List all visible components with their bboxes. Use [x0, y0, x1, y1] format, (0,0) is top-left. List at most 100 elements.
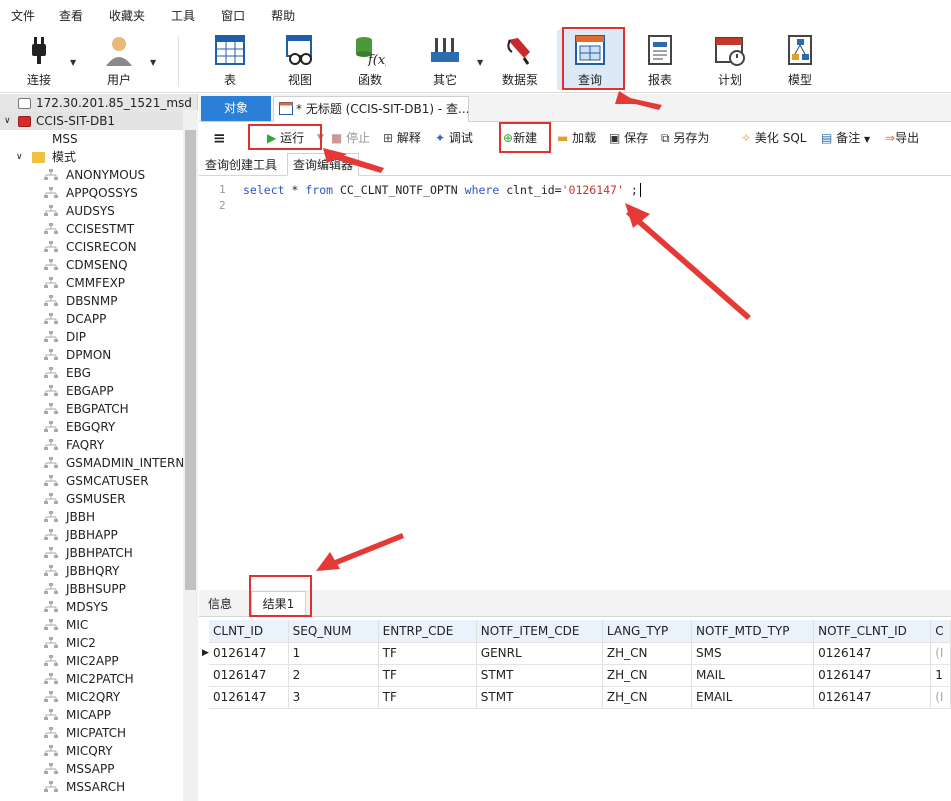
- expand-icon[interactable]: ∨: [4, 112, 11, 130]
- schema-label: JBBHAPP: [66, 528, 118, 542]
- schema-label: MICPATCH: [66, 726, 127, 740]
- table-cell[interactable]: 0126147: [209, 686, 289, 709]
- model-icon: [788, 35, 812, 65]
- hamburger-menu-icon[interactable]: ≡: [213, 127, 226, 149]
- tree-scroll-thumb[interactable]: [185, 130, 196, 590]
- comment-button[interactable]: ▤ 备注 ▼: [821, 127, 870, 149]
- function-button[interactable]: f(x) 函数: [337, 30, 403, 90]
- schema-label: AUDSYS: [66, 204, 115, 218]
- column-header[interactable]: NOTF_ITEM_CDE: [476, 620, 603, 643]
- table-cell[interactable]: 3: [288, 686, 379, 709]
- tab-query[interactable]: * 无标题 (CCIS-SIT-DB1) - 查...: [273, 96, 469, 122]
- schedule-button[interactable]: 计划: [697, 30, 763, 90]
- explain-button[interactable]: ⊞ 解释: [383, 127, 421, 149]
- other-dropdown-icon[interactable]: ▼: [477, 58, 483, 67]
- column-header[interactable]: SEQ_NUM: [288, 620, 379, 643]
- column-header[interactable]: NOTF_MTD_TYP: [691, 620, 815, 643]
- comment-dropdown-icon[interactable]: ▼: [864, 135, 870, 144]
- schema-label: DCAPP: [66, 312, 107, 326]
- column-header[interactable]: LANG_TYP: [602, 620, 693, 643]
- load-label: 加载: [572, 131, 597, 145]
- table-cell[interactable]: EMAIL: [691, 686, 815, 709]
- table-cell[interactable]: ZH_CN: [602, 664, 693, 687]
- connect-button[interactable]: 连接: [6, 30, 72, 90]
- user-button[interactable]: 用户: [86, 30, 152, 90]
- table-row[interactable]: 0126147 1 TF GENRL ZH_CN SMS 0126147 (I: [209, 642, 951, 665]
- saveas-button[interactable]: ⧉ 另存为: [661, 127, 709, 149]
- text-cursor: [639, 183, 648, 197]
- table-row[interactable]: 0126147 2 TF STMT ZH_CN MAIL 0126147 1: [209, 664, 951, 687]
- table-cell[interactable]: 0126147: [209, 642, 289, 665]
- schema-icon: [44, 457, 58, 468]
- table-cell[interactable]: 1: [288, 642, 379, 665]
- tree-db[interactable]: ∨ CCIS-SIT-DB1: [0, 112, 197, 130]
- table-cell[interactable]: (I: [930, 642, 951, 665]
- load-button[interactable]: ▬ 加载: [557, 127, 596, 149]
- view-button[interactable]: 视图: [267, 30, 333, 90]
- schema-icon: [44, 313, 58, 324]
- query-tab-label: * 无标题 (CCIS-SIT-DB1) - 查...: [296, 102, 469, 116]
- model-button[interactable]: 模型: [767, 30, 833, 90]
- sql-keyword: where: [464, 183, 500, 197]
- table-cell[interactable]: 1: [930, 664, 951, 687]
- sql-keyword: select: [243, 183, 285, 197]
- table-cell[interactable]: ZH_CN: [602, 686, 693, 709]
- editor-subtabs: 查询创建工具 查询编辑器: [199, 152, 951, 176]
- menu-file[interactable]: 文件: [0, 7, 46, 24]
- table-cell[interactable]: GENRL: [476, 642, 603, 665]
- schema-icon: [44, 655, 58, 666]
- fuel-nozzle-icon: [507, 38, 530, 65]
- column-header[interactable]: C: [930, 620, 951, 643]
- sql-line-1[interactable]: select * from CC_CLNT_NOTF_OPTN where cl…: [243, 183, 648, 197]
- column-header[interactable]: ENTRP_CDE: [378, 620, 477, 643]
- menu-view[interactable]: 查看: [46, 7, 96, 24]
- table-cell[interactable]: TF: [378, 642, 477, 665]
- sql-editor[interactable]: [199, 176, 951, 588]
- schema-icon: [44, 367, 58, 378]
- menu-tools[interactable]: 工具: [158, 7, 208, 24]
- stop-button[interactable]: ■ 停止: [331, 127, 370, 149]
- tab-objects[interactable]: 对象: [201, 96, 271, 121]
- export-button[interactable]: ⇒导出: [885, 127, 919, 149]
- debug-button[interactable]: ✦ 调试: [435, 127, 473, 149]
- table-button[interactable]: 表: [197, 30, 263, 90]
- table-cell[interactable]: 2: [288, 664, 379, 687]
- menu-favorites[interactable]: 收藏夹: [96, 7, 158, 24]
- schema-label: JBBHSUPP: [66, 582, 126, 596]
- table-cell[interactable]: TF: [378, 686, 477, 709]
- table-row[interactable]: 0126147 3 TF STMT ZH_CN EMAIL 0126147 (I: [209, 686, 951, 709]
- tab-info[interactable]: 信息: [208, 595, 232, 612]
- tab-query-builder[interactable]: 查询创建工具: [205, 154, 277, 176]
- menu-window[interactable]: 窗口: [208, 7, 258, 24]
- beautify-sql-button[interactable]: ✧ 美化 SQL: [741, 127, 806, 149]
- connect-dropdown-icon[interactable]: ▼: [70, 58, 76, 67]
- tab-query-editor[interactable]: 查询编辑器: [287, 153, 360, 176]
- table-cell[interactable]: STMT: [476, 686, 603, 709]
- table-cell[interactable]: 0126147: [813, 686, 932, 709]
- table-cell[interactable]: ZH_CN: [602, 642, 693, 665]
- table-cell[interactable]: STMT: [476, 664, 603, 687]
- table-cell[interactable]: MAIL: [691, 664, 815, 687]
- schema-icon: [44, 745, 58, 756]
- schema-icon: [44, 205, 58, 216]
- table-cell[interactable]: (I: [930, 686, 951, 709]
- column-header[interactable]: NOTF_CLNT_ID: [813, 620, 932, 643]
- other-button[interactable]: 其它: [412, 30, 478, 90]
- table-cell[interactable]: 0126147: [209, 664, 289, 687]
- table-cell[interactable]: 0126147: [813, 642, 932, 665]
- menu-help[interactable]: 帮助: [258, 7, 308, 24]
- tree-connection[interactable]: 172.30.201.85_1521_msd: [0, 94, 197, 112]
- table-cell[interactable]: TF: [378, 664, 477, 687]
- debug-label: 调试: [448, 131, 473, 145]
- user-dropdown-icon[interactable]: ▼: [150, 58, 156, 67]
- schema-icon: [44, 223, 58, 234]
- expand-icon[interactable]: ∨: [16, 148, 23, 166]
- datapump-button[interactable]: 数据泵: [487, 30, 553, 90]
- report-button[interactable]: 报表: [627, 30, 693, 90]
- save-button[interactable]: ▣ 保存: [609, 127, 648, 149]
- table-cell[interactable]: 0126147: [813, 664, 932, 687]
- schema-icon: [44, 691, 58, 702]
- table-cell[interactable]: SMS: [691, 642, 815, 665]
- column-header[interactable]: CLNT_ID: [209, 620, 289, 643]
- menu-bar: 文件 查看 收藏夹 工具 窗口 帮助: [0, 0, 951, 30]
